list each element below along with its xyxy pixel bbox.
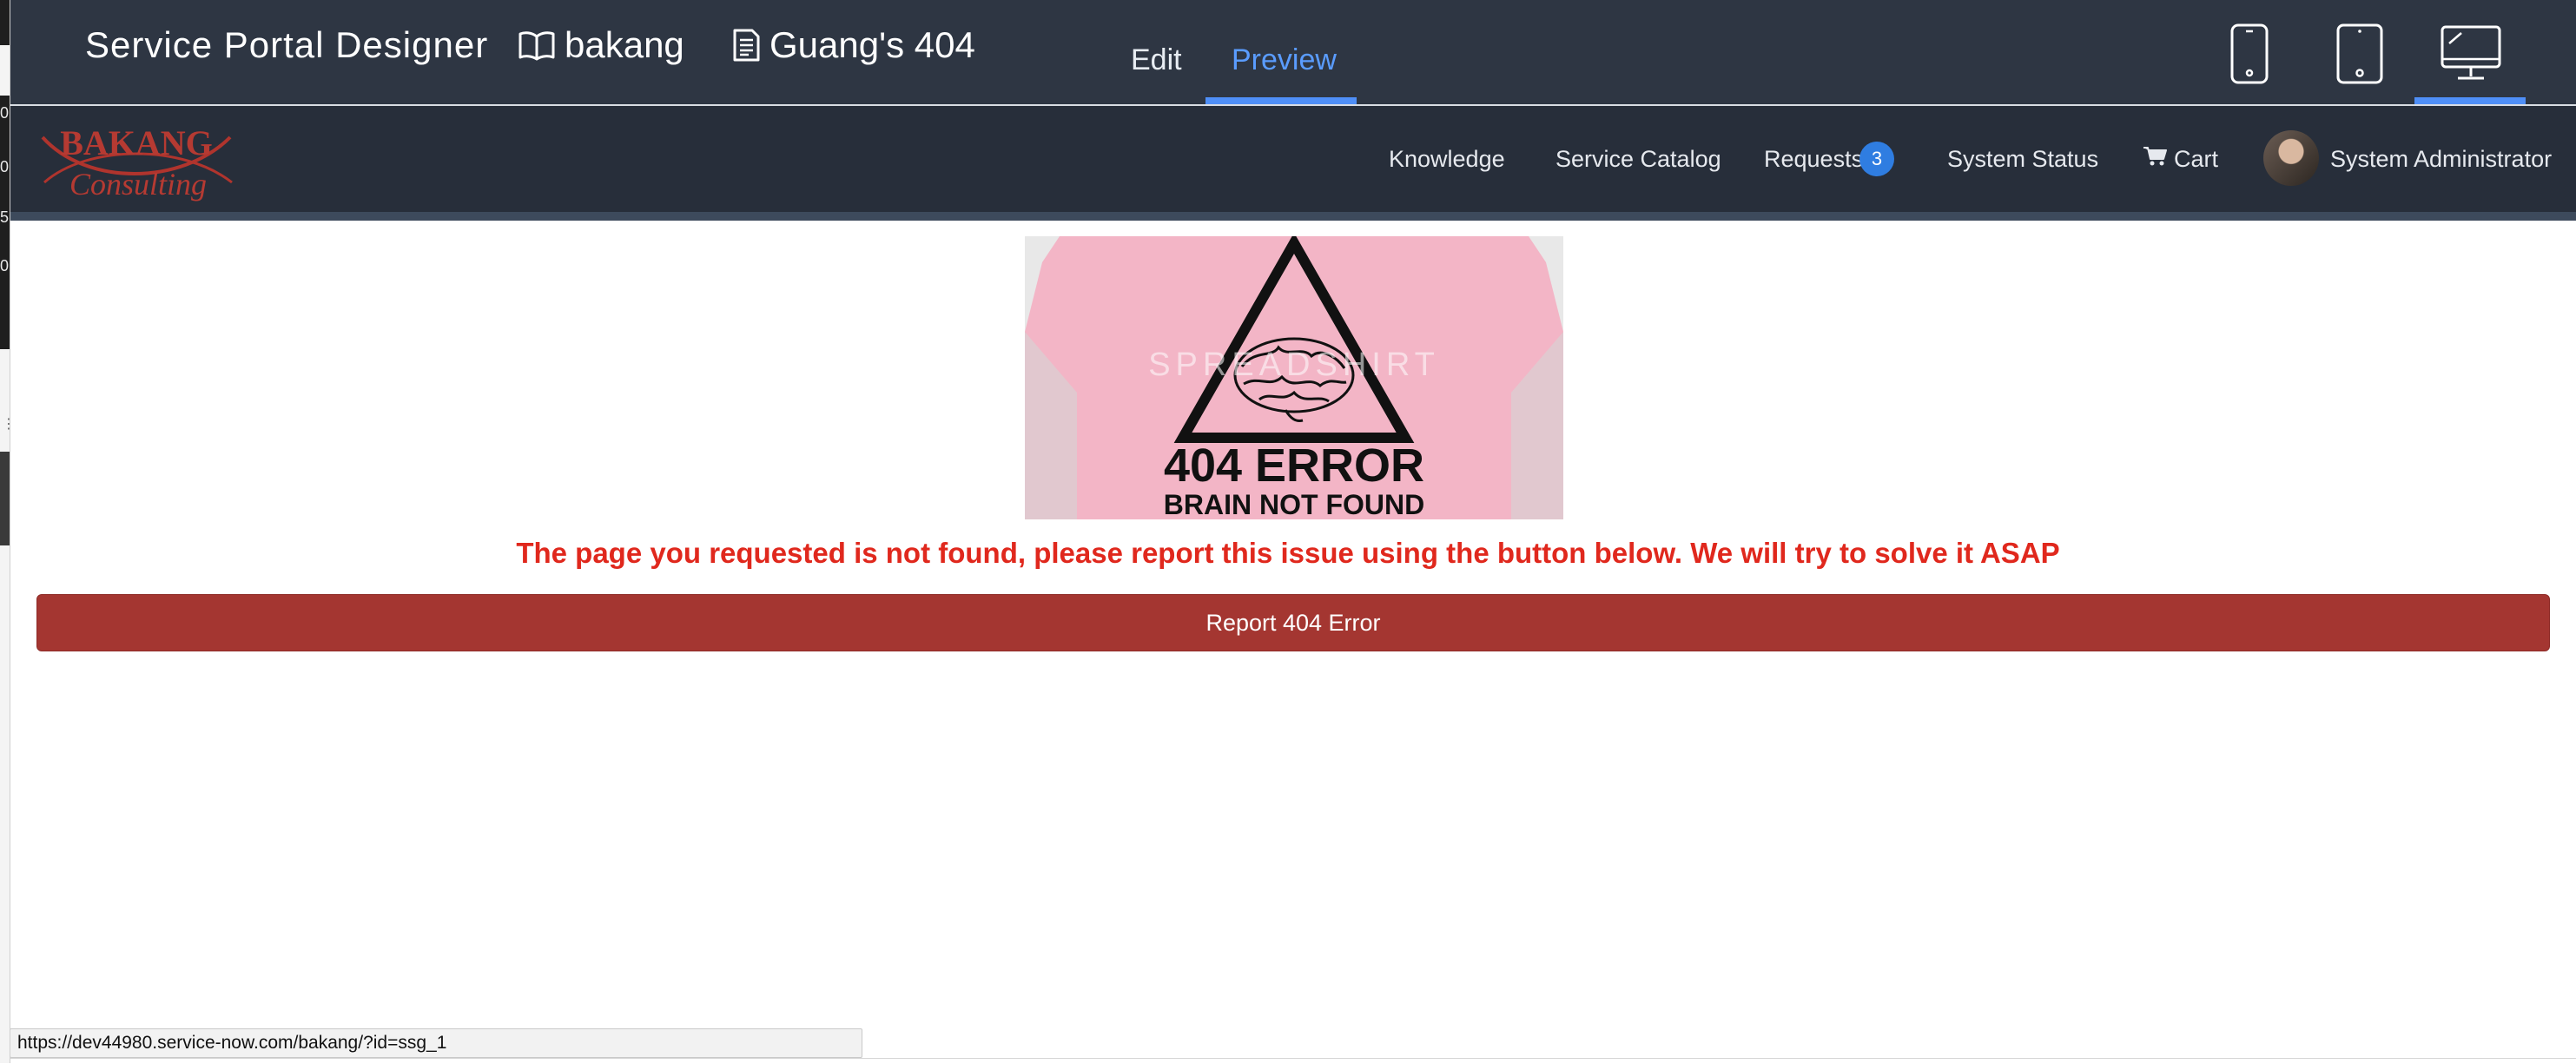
portal-breadcrumb[interactable]: bakang: [518, 24, 684, 66]
gutter-dark-block: [0, 0, 10, 45]
cart-icon: [2143, 146, 2167, 173]
report-404-button[interactable]: Report 404 Error: [36, 594, 2550, 651]
designer-title: Service Portal Designer: [85, 24, 489, 65]
requests-count-badge[interactable]: 3: [1859, 142, 1894, 176]
image-headline: 404 ERROR: [1164, 439, 1424, 492]
page-name: Guang's 404: [769, 24, 975, 65]
error-message: The page you requested is not found, ple…: [516, 537, 2060, 569]
tab-edit[interactable]: Edit: [1131, 43, 1182, 77]
phone-icon[interactable]: [2229, 23, 2272, 89]
image-subline: BRAIN NOT FOUND: [1164, 489, 1424, 519]
gutter-dark-block: [0, 452, 10, 545]
user-menu[interactable]: System Administrator: [2330, 146, 2552, 173]
page-icon: [731, 28, 761, 63]
nav-requests[interactable]: Requests: [1764, 146, 1863, 173]
nav-knowledge[interactable]: Knowledge: [1389, 146, 1505, 173]
nav-service-catalog[interactable]: Service Catalog: [1556, 146, 1721, 173]
portal-logo[interactable]: BAKANG Consulting: [34, 118, 242, 206]
gutter-digit: 0: [0, 257, 10, 274]
cart-label: Cart: [2174, 146, 2219, 172]
nav-system-status[interactable]: System Status: [1947, 146, 2098, 173]
error-404-image: SPREADSHIRT 404 ERROR BRAIN NOT FOUND: [1025, 232, 1563, 520]
book-icon: [518, 30, 556, 61]
gutter-digit: 0: [0, 104, 10, 122]
designer-toolbar: Service Portal Designer bakang Guang's 4…: [0, 0, 2576, 106]
gutter-digit: 5: [0, 208, 10, 226]
left-gutter: 0 0 5 0 ⋮: [0, 0, 16, 1063]
svg-text:BAKANG: BAKANG: [60, 123, 213, 162]
portal-header: BAKANG Consulting Knowledge Service Cata…: [10, 106, 2576, 212]
tablet-icon[interactable]: [2335, 23, 2387, 89]
portal-name: bakang: [565, 24, 684, 65]
status-bar-url: https://dev44980.service-now.com/bakang/…: [10, 1028, 862, 1058]
avatar[interactable]: [2263, 130, 2319, 186]
nav-cart[interactable]: Cart: [2143, 146, 2218, 173]
header-divider: [10, 212, 2576, 221]
image-watermark: SPREADSHIRT: [1148, 347, 1440, 383]
active-tab-indicator: [1205, 97, 1357, 104]
gutter-digit: 0: [0, 158, 10, 175]
page-breadcrumb[interactable]: Guang's 404: [731, 24, 975, 66]
svg-text:Consulting: Consulting: [69, 167, 207, 202]
tab-preview[interactable]: Preview: [1232, 43, 1337, 77]
active-device-indicator: [2414, 97, 2526, 104]
drag-handle-icon[interactable]: ⋮: [2, 418, 16, 432]
desktop-icon[interactable]: [2439, 24, 2503, 88]
